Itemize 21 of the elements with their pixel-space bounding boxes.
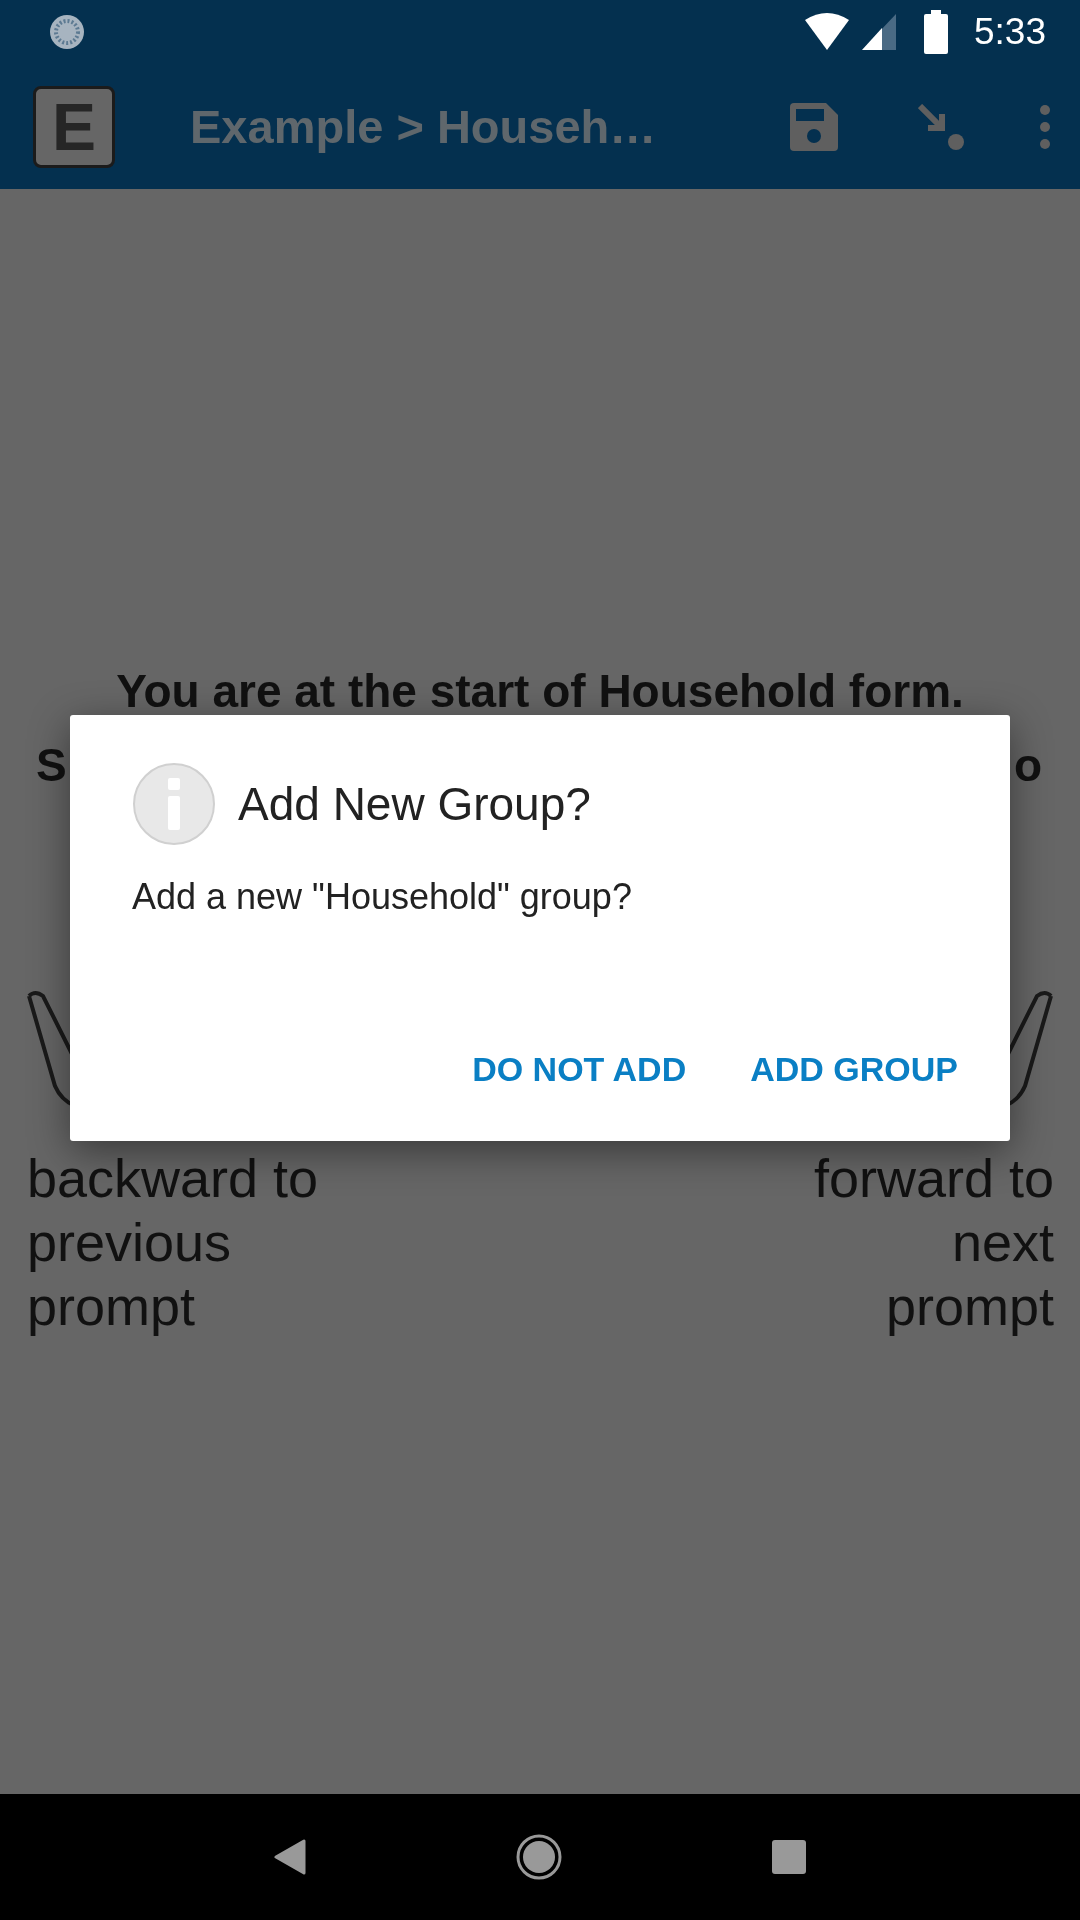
sync-icon bbox=[48, 13, 86, 51]
clock-time: 5:33 bbox=[974, 11, 1046, 53]
home-icon[interactable] bbox=[515, 1833, 563, 1881]
recents-icon[interactable] bbox=[771, 1840, 806, 1874]
toolbar-title: Example > Househ… bbox=[190, 99, 658, 154]
arrow-dot-icon bbox=[918, 103, 964, 150]
back-icon[interactable] bbox=[274, 1839, 307, 1875]
app-logo: E bbox=[33, 85, 115, 168]
heading-text-fragment: o bbox=[1013, 738, 1042, 792]
info-icon bbox=[132, 762, 216, 846]
dialog-message: Add a new "Household" group? bbox=[132, 876, 633, 918]
dialog-button[interactable]: ADD GROUP bbox=[730, 1036, 978, 1103]
dialog-button[interactable]: DO NOT ADD bbox=[452, 1036, 707, 1103]
signal-icon bbox=[860, 12, 898, 52]
heading-text-fragment: S bbox=[36, 738, 67, 792]
battery-icon bbox=[924, 10, 948, 54]
dialog-title: Add New Group? bbox=[238, 777, 591, 831]
wifi-icon bbox=[804, 12, 850, 52]
form-heading: You are at the start of Household form. bbox=[115, 664, 965, 718]
swipe-back-hint: backward to previous prompt bbox=[27, 1147, 320, 1338]
swipe-forward-hint: forward to next prompt bbox=[812, 1147, 1054, 1338]
